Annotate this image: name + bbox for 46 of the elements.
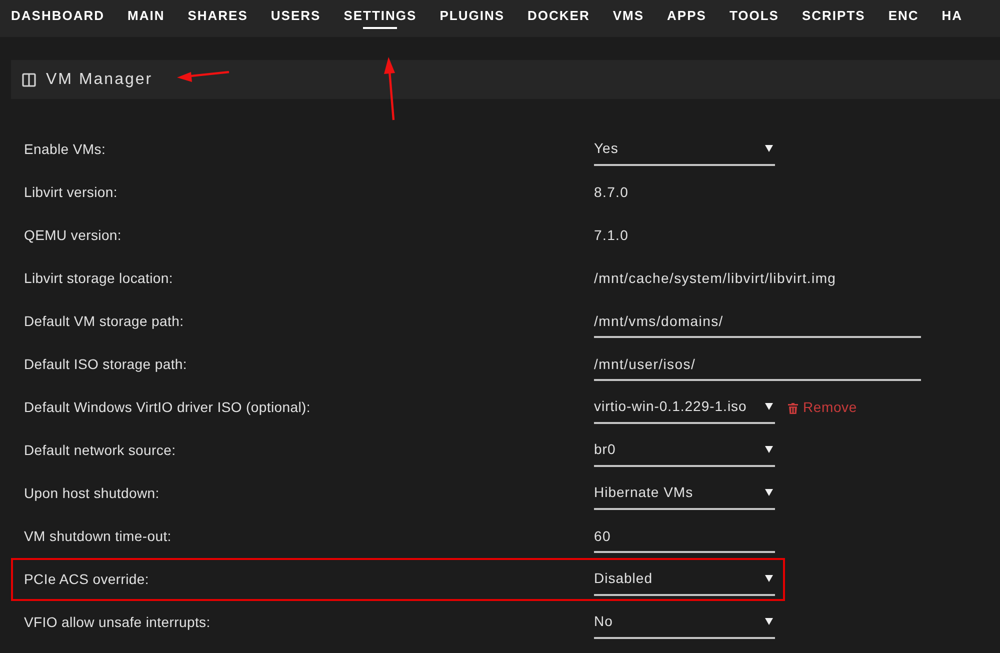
setting-label: Enable VMs: xyxy=(24,140,107,159)
setting-value: 7.1.0 xyxy=(594,226,629,245)
text-field[interactable]: /mnt/user/isos/ xyxy=(594,348,921,380)
setting-label: Default VM storage path: xyxy=(24,312,185,331)
nav-tab[interactable]: ENC xyxy=(888,0,919,33)
setting-label: Libvirt version: xyxy=(24,183,118,202)
caret-icon xyxy=(765,489,773,496)
nav-tab[interactable]: DASHBOARD xyxy=(11,0,104,33)
dropdown[interactable]: br0 xyxy=(594,434,775,466)
caret-icon xyxy=(765,403,773,410)
setting-label: Default Windows VirtIO driver ISO (optional): xyxy=(24,398,312,417)
nav-tab[interactable]: SHARES xyxy=(188,0,248,33)
nav-tab[interactable]: HA xyxy=(942,0,963,33)
setting-label: QEMU version: xyxy=(24,226,123,245)
setting-label: VM shutdown time-out: xyxy=(24,527,172,546)
setting-label: Libvirt storage location: xyxy=(24,269,174,288)
dropdown[interactable]: Hibernate VMs xyxy=(594,478,775,510)
text-field[interactable]: /mnt/vms/domains/ xyxy=(594,306,921,338)
text-field[interactable]: 60 xyxy=(594,520,775,552)
columns-icon xyxy=(22,72,36,86)
setting-label: PCIe ACS override: xyxy=(24,570,150,589)
nav-tab[interactable]: PLUGINS xyxy=(440,0,505,33)
section-title: VM Manager xyxy=(46,70,153,90)
nav-tab[interactable]: USERS xyxy=(270,0,321,33)
dropdown[interactable]: Disabled xyxy=(594,564,775,596)
dropdown[interactable]: Yes xyxy=(594,134,775,166)
nav-tab[interactable]: SCRIPTS xyxy=(802,0,866,33)
dropdown[interactable]: No xyxy=(594,606,775,638)
setting-value: 8.7.0 xyxy=(594,183,629,202)
nav-tab[interactable]: MAIN xyxy=(128,0,165,33)
caret-icon xyxy=(765,575,773,582)
caret-icon xyxy=(765,618,773,625)
setting-label: Default ISO storage path: xyxy=(24,355,188,374)
nav-tab[interactable]: APPS xyxy=(667,0,706,33)
nav-tab[interactable]: SETTINGS xyxy=(344,0,417,33)
trash-icon xyxy=(788,402,798,414)
dropdown[interactable]: virtio-win-0.1.229-1.iso xyxy=(594,392,775,424)
nav-tab[interactable]: DOCKER xyxy=(528,0,590,33)
setting-label: VFIO allow unsafe interrupts: xyxy=(24,613,212,632)
nav-tab[interactable]: TOOLS xyxy=(729,0,779,33)
setting-label: Upon host shutdown: xyxy=(24,484,160,503)
setting-label: Default network source: xyxy=(24,441,177,460)
caret-icon xyxy=(765,145,773,152)
setting-value: /mnt/cache/system/libvirt/libvirt.img xyxy=(594,269,836,288)
nav-tab[interactable]: VMS xyxy=(612,0,644,33)
caret-icon xyxy=(765,446,773,453)
